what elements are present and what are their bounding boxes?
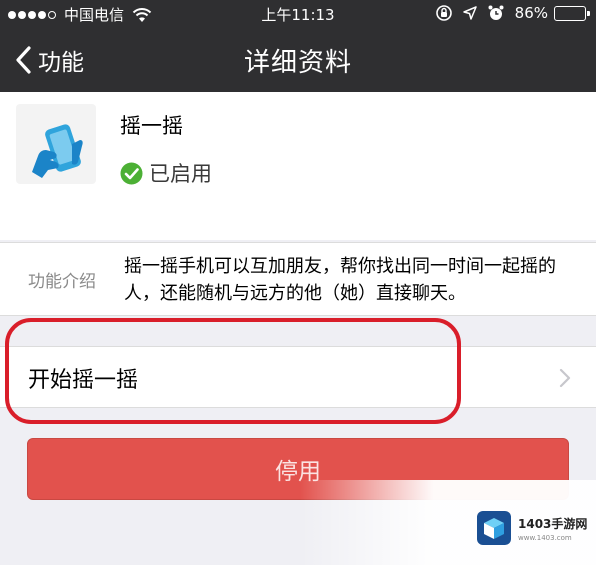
intro-text: 摇一摇手机可以互加朋友，帮你找出同一时间一起摇的人，还能随机与远方的他（她）直接…	[124, 256, 556, 304]
start-shake-row[interactable]: 开始摇一摇	[0, 346, 596, 408]
start-shake-label: 开始摇一摇	[28, 368, 139, 393]
page-title: 详细资料	[243, 48, 352, 78]
alarm-clock-icon	[488, 5, 504, 20]
feature-name: 摇一摇	[120, 114, 183, 138]
status-bar-right: 86%	[427, 4, 590, 22]
status-bar: 中国电信 上午11:13 86%	[0, 0, 596, 26]
status-text: 已启用	[149, 162, 212, 186]
watermark-name: 1403手游网	[518, 516, 588, 531]
check-circle-icon	[120, 162, 143, 184]
watermark-logo-icon	[477, 511, 511, 545]
intro-section: 功能介绍 摇一摇手机可以互加朋友，帮你找出同一时间一起摇的人，还能随机与远方的他…	[0, 242, 596, 316]
status-badge: 已启用	[120, 158, 212, 188]
intro-label: 功能介绍	[28, 272, 96, 292]
top-bar: 中国电信 上午11:13 86% 功能 详细资料	[0, 0, 596, 92]
location-arrow-icon	[462, 6, 477, 20]
feature-header: 摇一摇 已启用	[0, 92, 596, 240]
chevron-right-icon	[559, 368, 571, 388]
battery-percent: 86%	[514, 4, 548, 22]
nav-bar: 功能 详细资料	[0, 30, 596, 90]
shake-phone-icon	[16, 104, 96, 184]
watermark-url: www.1403.com	[518, 533, 572, 542]
battery-icon	[554, 5, 590, 21]
watermark: 1403手游网 www.1403.com	[476, 506, 596, 550]
watermark-text: 1403手游网 www.1403.com	[518, 515, 587, 542]
orientation-lock-icon	[435, 5, 452, 21]
